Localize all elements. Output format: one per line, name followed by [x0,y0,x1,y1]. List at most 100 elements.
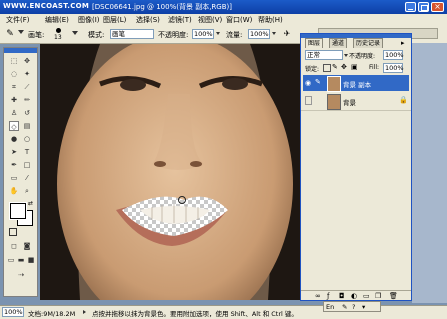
tab-layers[interactable]: 图层 [305,38,324,48]
brush-label: 画笔: [28,31,45,39]
window-title: [DSC06641.jpg @ 100%(背景 副本,RGB)] [92,3,232,11]
gradient-tool-icon[interactable]: ▤ [22,121,32,131]
healing-brush-tool-icon[interactable]: ✚ [9,95,19,105]
menu-view[interactable]: 视图(V) [198,15,222,25]
default-colors-icon[interactable] [9,228,17,236]
standard-mode-icon[interactable]: ◻ [9,241,19,251]
layer-name: 背景 副本 [343,81,372,89]
menu-select[interactable]: 选择(S) [136,15,160,25]
ime-toolbar[interactable]: En ✎ ? ▾ [323,301,381,312]
layer-row-background[interactable]: 背景 🔒 [303,93,409,110]
tool-preset-chevron-icon[interactable] [18,30,24,34]
flow-chevron-icon[interactable] [272,32,276,35]
shape-tool-icon[interactable]: □ [22,160,32,170]
lasso-tool-icon[interactable]: ◌ [9,69,19,79]
pen-tool-icon[interactable]: ✒ [9,160,19,170]
move-tool-icon[interactable]: ✥ [22,56,32,66]
layer-thumbnail [327,94,341,110]
fill-input[interactable]: 100% [383,63,404,73]
brush-chevron-icon[interactable] [72,31,78,35]
menu-image[interactable]: 图像(I) [78,15,100,25]
screen-mode-full-icon[interactable]: ■ [26,255,36,265]
blur-tool-icon[interactable]: ● [9,134,19,144]
airbrush-icon[interactable]: ✈ [282,29,292,39]
menu-window[interactable]: 窗口(W) [226,15,252,25]
lock-transparency-icon[interactable] [323,64,331,72]
ime-mode-icon[interactable]: ✎ [342,303,347,311]
restore-icon [421,5,428,11]
jump-to-imageready-icon[interactable]: ⇢ [16,270,26,280]
new-group-icon[interactable]: ▭ [363,292,370,300]
menu-file[interactable]: 文件(F) [6,15,30,25]
eraser-tool-selected-icon[interactable]: ◇ [9,121,19,131]
hand-tool-icon[interactable]: ✋ [9,186,19,196]
ime-options-icon[interactable]: ▾ [362,303,365,311]
toolbox: ⬚ ✥ ◌ ✦ ⌗ ⟋ ✚ ✏ ♙ ↺ ◇ ▤ ● ○ ➤ T ✒ □ ▭ ⁄ … [3,47,38,297]
restore-button[interactable] [418,2,429,12]
flow-input[interactable]: 100% [248,29,270,39]
tab-channels[interactable]: 通道 [329,38,348,48]
type-tool-icon[interactable]: T [22,147,32,157]
blend-mode-select[interactable]: 正常 [305,50,343,60]
link-layers-icon[interactable]: ∞ [315,292,321,300]
marquee-tool-icon[interactable]: ⬚ [9,56,19,66]
menu-layer[interactable]: 图层(L) [103,15,126,25]
dodge-tool-icon[interactable]: ○ [22,134,32,144]
layer-thumbnail [327,76,341,92]
brush-dot-icon [56,28,61,33]
mode-value: 画笔 [112,30,125,38]
menu-filter[interactable]: 滤镜(T) [168,15,192,25]
opacity-input[interactable]: 100% [192,29,214,39]
tab-history[interactable]: 历史记录 [353,38,384,48]
layer-mask-icon[interactable]: ◘ [339,292,345,300]
panel-menu-icon[interactable]: ▸ [401,39,405,47]
path-select-tool-icon[interactable]: ➤ [9,147,19,157]
mode-select[interactable]: 画笔 [110,29,154,39]
notes-tool-icon[interactable]: ▭ [9,173,19,183]
eyedropper-tool-icon[interactable]: ⁄ [22,173,32,183]
minimize-button[interactable] [405,2,416,12]
toolbox-grip[interactable] [4,48,37,53]
image-canvas[interactable] [40,44,302,300]
visibility-toggle-empty[interactable] [305,96,312,105]
screen-mode-menu-icon[interactable]: ▬ [16,255,26,265]
layers-panel: 图层 通道 历史记录 ▸ 正常 不透明度: 100% 锁定: ✎ ✥ ▣ Fil… [300,33,412,301]
adjustment-layer-icon[interactable]: ◐ [351,292,357,300]
lock-move-icon[interactable]: ✥ [341,63,347,71]
trash-icon[interactable]: 🗑 [389,292,398,300]
layer-row-background-copy[interactable]: ◉ ✎ 背景 副本 [303,75,409,92]
eraser-tool-icon[interactable]: ✎ [5,29,15,39]
history-brush-tool-icon[interactable]: ↺ [22,108,32,118]
stamp-tool-icon[interactable]: ♙ [9,108,19,118]
layer-name: 背景 [343,99,356,107]
menu-edit[interactable]: 编辑(E) [45,15,69,25]
brush-picker[interactable]: 13 [52,27,66,41]
brush-tool-icon[interactable]: ✏ [22,95,32,105]
portrait-photo [40,44,302,300]
title-bar: WWW.ENCOAST.COM [DSC06641.jpg @ 100%(背景 … [0,0,447,14]
status-menu-icon[interactable] [83,310,86,314]
blend-mode-chevron-icon[interactable] [344,54,348,57]
close-button[interactable]: × [431,2,444,12]
lock-label: 锁定: [305,66,320,73]
new-layer-icon[interactable]: ❐ [375,292,381,300]
foreground-color-swatch[interactable] [9,202,27,220]
opacity-chevron-icon[interactable] [216,32,220,35]
zoom-tool-icon[interactable]: ⌕ [22,186,32,196]
menu-help[interactable]: 帮助(H) [258,15,283,25]
quickmask-mode-icon[interactable]: ◙ [22,241,32,251]
layers-divider [301,110,411,111]
ime-help-icon[interactable]: ? [352,303,355,311]
magic-wand-tool-icon[interactable]: ✦ [22,69,32,79]
crop-tool-icon[interactable]: ⌗ [9,82,19,92]
layer-opacity-input[interactable]: 100% [383,50,404,60]
layer-style-icon[interactable]: ƒ [327,292,329,300]
slice-tool-icon[interactable]: ⟋ [22,82,32,92]
screen-mode-standard-icon[interactable]: ▭ [6,255,16,265]
lock-icon: 🔒 [399,96,408,104]
lock-paint-icon[interactable]: ✎ [332,63,338,71]
visibility-eye-icon[interactable]: ◉ [305,79,311,87]
zoom-field[interactable]: 100% [2,307,24,317]
swap-colors-icon[interactable]: ⇄ [28,200,33,207]
lock-all-icon[interactable]: ▣ [351,63,358,71]
